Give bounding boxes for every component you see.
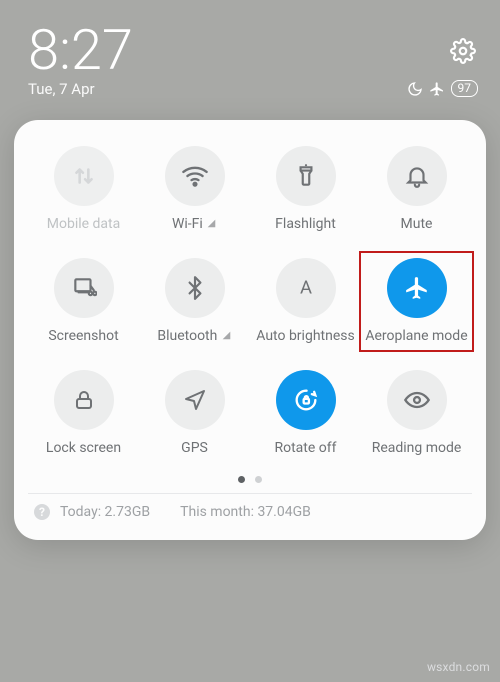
tile-screenshot[interactable]: Screenshot (28, 258, 139, 344)
dnd-moon-icon (407, 81, 423, 97)
tile-label: Reading mode (372, 440, 462, 456)
page-dots[interactable] (28, 476, 472, 483)
tile-rotate-off[interactable]: Rotate off (250, 370, 361, 456)
tile-label: Flashlight (275, 216, 336, 232)
tiles-grid: Mobile data Wi-Fi ◢ Flashlight Mute Scre (28, 146, 472, 456)
info-icon: ? (34, 504, 50, 520)
flashlight-icon (276, 146, 336, 206)
tile-wifi[interactable]: Wi-Fi ◢ (139, 146, 250, 232)
gps-arrow-icon (165, 370, 225, 430)
rotate-lock-icon (276, 370, 336, 430)
tile-label: Mute (401, 216, 433, 232)
settings-icon[interactable] (450, 38, 476, 64)
tile-label: Screenshot (48, 328, 118, 344)
tile-gps[interactable]: GPS (139, 370, 250, 456)
tile-label: Rotate off (274, 440, 336, 456)
mobile-data-icon (54, 146, 114, 206)
tile-label: Aeroplane mode (365, 328, 467, 344)
tile-reading-mode[interactable]: Reading mode (361, 370, 472, 456)
data-month: This month: 37.04GB (180, 504, 311, 520)
svg-text:A: A (299, 277, 311, 298)
page-dot-1 (238, 476, 245, 483)
divider (28, 493, 472, 494)
tile-bluetooth[interactable]: Bluetooth ◢ (139, 258, 250, 344)
tile-label: Wi-Fi ◢ (172, 216, 217, 232)
tile-label: Mobile data (47, 216, 120, 232)
tile-aeroplane-mode[interactable]: Aeroplane mode (359, 251, 474, 352)
quick-settings-panel: Mobile data Wi-Fi ◢ Flashlight Mute Scre (14, 120, 486, 540)
battery-indicator: 97 (451, 80, 479, 97)
tile-label: Auto brightness (256, 328, 354, 344)
clock-date: Tue, 7 Apr (28, 80, 472, 98)
airplane-icon (387, 258, 447, 318)
tile-auto-brightness[interactable]: A Auto brightness (250, 258, 361, 344)
screenshot-icon (54, 258, 114, 318)
page-dot-2 (255, 476, 262, 483)
clock-time: 8:27 (28, 22, 472, 78)
tile-label: GPS (181, 440, 208, 456)
data-usage-row[interactable]: ? Today: 2.73GB This month: 37.04GB (28, 504, 472, 526)
lock-icon (54, 370, 114, 430)
status-indicators: 97 (407, 80, 479, 97)
tile-flashlight[interactable]: Flashlight (250, 146, 361, 232)
watermark: wsxdn.com (427, 660, 490, 674)
status-header: 8:27 Tue, 7 Apr 97 (0, 0, 500, 98)
tile-mobile-data[interactable]: Mobile data (28, 146, 139, 232)
tile-label: Lock screen (46, 440, 121, 456)
tile-mute[interactable]: Mute (361, 146, 472, 232)
airplane-status-icon (429, 81, 445, 97)
mute-bell-icon (387, 146, 447, 206)
tile-label: Bluetooth ◢ (157, 328, 231, 344)
auto-brightness-icon: A (276, 258, 336, 318)
bluetooth-icon (165, 258, 225, 318)
data-today: Today: 2.73GB (60, 504, 150, 520)
wifi-icon (165, 146, 225, 206)
reading-eye-icon (387, 370, 447, 430)
tile-lock-screen[interactable]: Lock screen (28, 370, 139, 456)
